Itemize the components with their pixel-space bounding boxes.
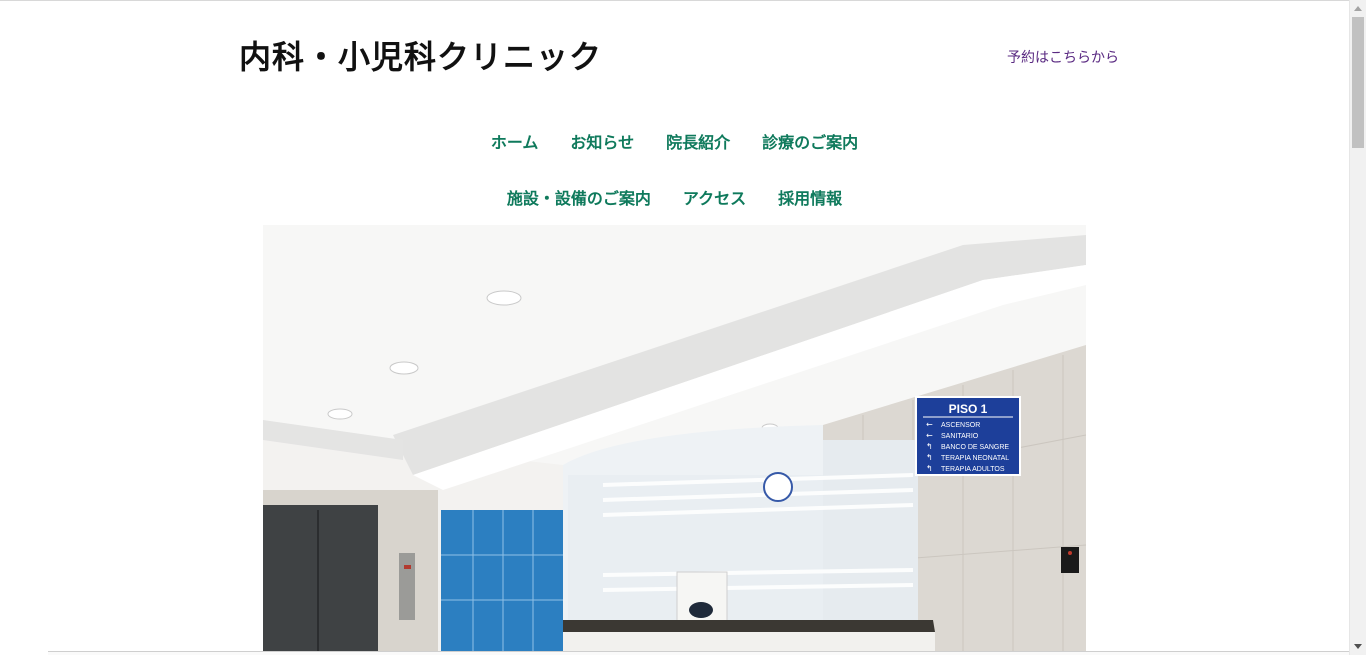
site-title[interactable]: 内科・小児科クリニック (239, 32, 602, 78)
sign-item: SANITARIO (941, 433, 979, 440)
scroll-down-arrow-icon[interactable] (1354, 644, 1362, 649)
main-nav-row-2: 施設・設備のご案内 アクセス 採用情報 (0, 185, 1349, 209)
reservation-link[interactable]: 予約はこちらから (1007, 47, 1119, 67)
nav-item-recruit[interactable]: 採用情報 (778, 185, 842, 209)
svg-text:↰: ↰ (926, 453, 933, 462)
scroll-thumb[interactable] (1352, 17, 1364, 148)
svg-text:←: ← (926, 420, 933, 429)
sign-item: TERAPIA NEONATAL (941, 455, 1009, 462)
svg-text:←: ← (926, 431, 933, 440)
sign-item: TERAPIA ADULTOS (941, 466, 1005, 473)
nav-item-news[interactable]: お知らせ (570, 129, 634, 153)
main-nav-row-1: ホーム お知らせ 院長紹介 診療のご案内 (0, 129, 1349, 153)
sign-item: BANCO DE SANGRE (941, 444, 1009, 451)
nav-item-director[interactable]: 院長紹介 (666, 129, 730, 153)
nav-item-access[interactable]: アクセス (683, 185, 746, 209)
bottom-edge (48, 651, 1349, 655)
vertical-scrollbar[interactable] (1349, 0, 1366, 655)
page: 内科・小児科クリニック 予約はこちらから ホーム お知らせ 院長紹介 診療のご案… (0, 0, 1349, 655)
sign-item: ASCENSOR (941, 422, 980, 429)
svg-text:↰: ↰ (926, 464, 933, 473)
scroll-up-arrow-icon[interactable] (1354, 6, 1362, 11)
nav-item-facilities[interactable]: 施設・設備のご案内 (507, 185, 651, 209)
clinic-reception-photo: PISO 1 ASCENSOR SANITARIO BANCO DE SANGR… (263, 225, 1086, 655)
nav-item-medical-guide[interactable]: 診療のご案内 (762, 129, 858, 153)
hero-image: PISO 1 ASCENSOR SANITARIO BANCO DE SANGR… (263, 225, 1086, 655)
nav-item-home[interactable]: ホーム (491, 129, 539, 153)
svg-text:↰: ↰ (926, 442, 933, 451)
sign-title: PISO 1 (949, 402, 988, 416)
